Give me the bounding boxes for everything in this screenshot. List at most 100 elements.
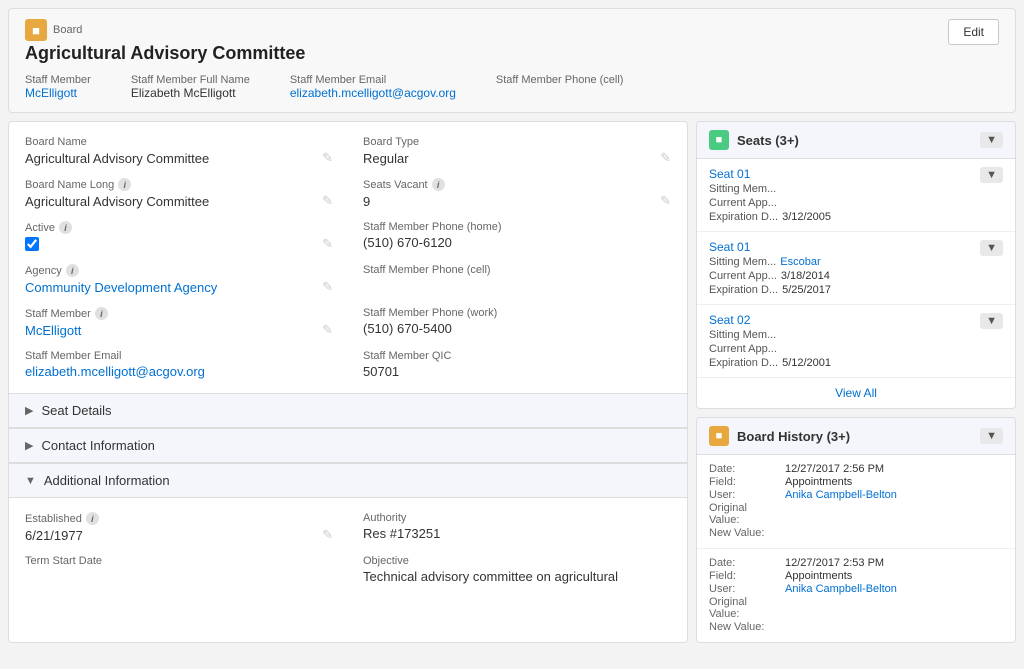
history-user-link[interactable]: Anika Campbell-Belton [785,583,897,595]
established-label: Established i [25,512,333,525]
board-type-label: Board Type [363,136,671,148]
seat-item-dropdown[interactable]: ▼ [980,313,1003,329]
active-edit-icon[interactable]: ✎ [322,236,333,252]
authority-value-row: Res #173251 [363,526,671,541]
seat-row-value: 3/12/2005 [782,211,831,223]
staff-member-form-link[interactable]: McElligott [25,323,81,338]
history-card-header: ■ Board History (3+) ▼ [697,418,1015,455]
agency-info-icon: i [66,264,79,277]
seat-list-item: Seat 01 Sitting Mem... Escobar Current A… [697,232,1015,305]
authority-field: Authority Res #173251 [363,512,671,543]
seats-card-dropdown[interactable]: ▼ [980,132,1003,148]
staff-phone-cell-label: Staff Member Phone (cell) [363,264,671,276]
staff-phone-work-value-row: (510) 670-5400 [363,321,671,336]
agency-edit-icon[interactable]: ✎ [322,279,333,295]
edit-button[interactable]: Edit [948,19,999,45]
staff-phone-home-value-row: (510) 670-6120 [363,235,671,250]
history-new-row: New Value: [709,527,1003,539]
history-date-value: 12/27/2017 2:53 PM [785,557,884,569]
board-title: Agricultural Advisory Committee [25,43,623,64]
established-edit-icon[interactable]: ✎ [322,527,333,543]
staff-member-label: Staff Member [25,74,91,86]
seat-details-section-header[interactable]: ▶ Seat Details [9,393,687,428]
seat-title-link[interactable]: Seat 02 [709,313,750,327]
active-field: Active i ✎ [25,221,333,252]
board-icon: ■ [25,19,47,41]
additional-info-content: Established i 6/21/1977 ✎ Authority Res … [9,498,687,598]
seat-detail-row: Current App... [709,343,831,355]
left-panel: Board Name Agricultural Advisory Committ… [8,121,688,643]
history-new-label: New Value: [709,527,779,539]
seat-detail-row: Current App... 3/18/2014 [709,270,831,282]
seat-title-link[interactable]: Seat 01 [709,240,750,254]
board-name-long-edit-icon[interactable]: ✎ [322,193,333,209]
board-name-long-value-row: Agricultural Advisory Committee ✎ [25,193,333,209]
established-field: Established i 6/21/1977 ✎ [25,512,333,543]
staff-member-form-label: Staff Member i [25,307,333,320]
objective-value-row: Technical advisory committee on agricult… [363,569,671,584]
history-field-label: Field: [709,570,779,582]
seats-vacant-edit-icon[interactable]: ✎ [660,193,671,209]
seat-detail-row: Sitting Mem... [709,329,831,341]
right-panel: ■ Seats (3+) ▼ Seat 01 Sitting Mem... Cu… [696,121,1016,643]
agency-label: Agency i [25,264,333,277]
history-new-label: New Value: [709,621,779,633]
seat-info: Seat 01 Sitting Mem... Escobar Current A… [709,240,831,296]
history-date-label: Date: [709,463,779,475]
history-card-icon: ■ [709,426,729,446]
seat-item-dropdown[interactable]: ▼ [980,167,1003,183]
history-card-dropdown[interactable]: ▼ [980,428,1003,444]
seat-item-dropdown[interactable]: ▼ [980,240,1003,256]
staff-email-form-link[interactable]: elizabeth.mcelligott@acgov.org [25,364,205,379]
objective-field: Objective Technical advisory committee o… [363,555,671,584]
established-value: 6/21/1977 [25,528,83,543]
history-date-label: Date: [709,557,779,569]
staff-fullname-value: Elizabeth McElligott [131,86,236,100]
history-user-link[interactable]: Anika Campbell-Belton [785,489,897,501]
seat-row-label: Expiration D... [709,211,778,223]
staff-fullname-field: Staff Member Full Name Elizabeth McEllig… [131,74,250,100]
seats-card-header: ■ Seats (3+) ▼ [697,122,1015,159]
staff-member-form-field: Staff Member i McElligott ✎ [25,307,333,338]
established-info-icon: i [86,512,99,525]
board-type-edit-icon[interactable]: ✎ [660,150,671,166]
history-new-row: New Value: [709,621,1003,633]
header-left: ■ Board Agricultural Advisory Committee … [25,19,623,100]
additional-info-section-header[interactable]: ▼ Additional Information [9,463,687,498]
history-field-value: Appointments [785,570,852,582]
seats-vacant-value: 9 [363,194,370,209]
staff-fullname-label: Staff Member Full Name [131,74,250,86]
board-name-label: Board Name [25,136,333,148]
contact-info-section-header[interactable]: ▶ Contact Information [9,428,687,463]
staff-qic-value: 50701 [363,364,399,379]
staff-member-link[interactable]: McElligott [25,86,77,100]
contact-info-chevron: ▶ [25,439,33,452]
staff-email-form-field: Staff Member Email elizabeth.mcelligott@… [25,350,333,379]
seat-detail-row: Expiration D... 5/12/2001 [709,357,831,369]
seats-vacant-info-icon: i [432,178,445,191]
seat-row-value: Escobar [780,256,820,268]
staff-member-edit-icon[interactable]: ✎ [322,322,333,338]
history-list-item: Date: 12/27/2017 2:53 PM Field: Appointm… [697,549,1015,642]
active-checkbox[interactable] [25,237,39,251]
history-field-label: Field: [709,476,779,488]
staff-phone-label: Staff Member Phone (cell) [496,74,624,86]
history-original-row: Original Value: [709,596,1003,620]
seat-title-link[interactable]: Seat 01 [709,167,750,181]
staff-phone-work-value: (510) 670-5400 [363,321,452,336]
seat-row-label: Current App... [709,197,777,209]
seat-list-item: Seat 01 Sitting Mem... Current App... Ex… [697,159,1015,232]
history-date-value: 12/27/2017 2:56 PM [785,463,884,475]
view-all-button[interactable]: View All [697,377,1015,408]
seats-card-icon: ■ [709,130,729,150]
staff-qic-label: Staff Member QIC [363,350,671,362]
board-name-long-label: Board Name Long i [25,178,333,191]
staff-email-link[interactable]: elizabeth.mcelligott@acgov.org [290,86,456,100]
agency-link[interactable]: Community Development Agency [25,280,217,295]
main-form-section: Board Name Agricultural Advisory Committ… [9,122,687,393]
staff-email-form-label: Staff Member Email [25,350,333,362]
board-name-edit-icon[interactable]: ✎ [322,150,333,166]
additional-form-grid: Established i 6/21/1977 ✎ Authority Res … [25,512,671,584]
board-name-value: Agricultural Advisory Committee [25,151,209,166]
staff-phone-home-value: (510) 670-6120 [363,235,452,250]
